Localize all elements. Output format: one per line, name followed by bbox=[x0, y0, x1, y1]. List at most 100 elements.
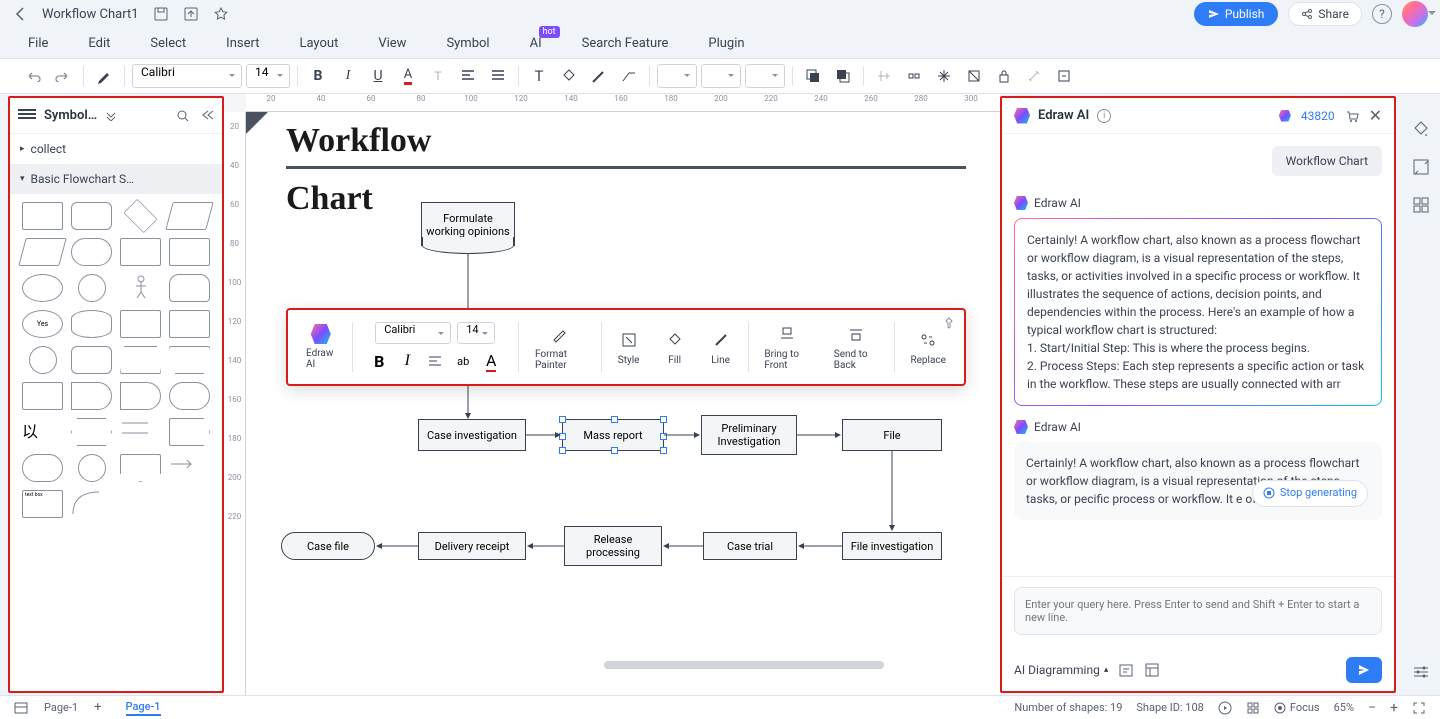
shape-parallelogram[interactable] bbox=[165, 202, 214, 230]
redo-icon[interactable] bbox=[50, 63, 76, 89]
play-icon[interactable] bbox=[1218, 701, 1232, 715]
avatar[interactable] bbox=[1402, 1, 1428, 27]
shape-circle3[interactable] bbox=[78, 454, 106, 482]
menu-view[interactable]: View bbox=[378, 36, 406, 51]
ft-strike-icon[interactable]: ab bbox=[452, 350, 474, 372]
box-preliminary[interactable]: Preliminary Investigation bbox=[701, 415, 797, 455]
shape-trap[interactable] bbox=[18, 238, 67, 266]
publish-button[interactable]: Publish bbox=[1194, 2, 1279, 26]
align-icon[interactable] bbox=[455, 63, 481, 89]
shape-pill3[interactable] bbox=[22, 454, 63, 482]
menu-insert[interactable]: Insert bbox=[226, 36, 259, 51]
replace-icon[interactable] bbox=[917, 329, 939, 351]
line-tool-icon[interactable] bbox=[710, 329, 732, 351]
stop-generating-button[interactable]: Stop generating bbox=[1252, 480, 1368, 507]
shape-panel-icon[interactable] bbox=[1412, 158, 1432, 178]
shape-display[interactable] bbox=[120, 382, 161, 410]
ft-font-size[interactable]: 14 bbox=[457, 322, 495, 344]
shape-person[interactable] bbox=[120, 274, 161, 302]
shape-yes[interactable]: Yes bbox=[22, 310, 63, 338]
ft-send-back[interactable]: Send to Back bbox=[834, 349, 878, 371]
font-color-icon[interactable]: A bbox=[395, 63, 421, 89]
cart-icon[interactable] bbox=[1345, 109, 1359, 123]
menu-edit[interactable]: Edit bbox=[88, 36, 110, 51]
box-case-investigation[interactable]: Case investigation bbox=[418, 419, 526, 451]
search-icon[interactable] bbox=[176, 109, 190, 123]
ft-format-painter[interactable]: Format Painter bbox=[535, 349, 585, 371]
shape-ellipse[interactable] bbox=[22, 274, 63, 302]
text-tool-icon[interactable]: T bbox=[526, 63, 552, 89]
page-selector[interactable]: Page-1 bbox=[44, 701, 78, 714]
bring-front-icon[interactable] bbox=[776, 323, 798, 345]
shape-cylinder[interactable] bbox=[71, 310, 112, 338]
tools-icon[interactable] bbox=[1021, 63, 1047, 89]
shape-circle[interactable] bbox=[78, 274, 106, 302]
zoom-out-icon[interactable]: − bbox=[1368, 700, 1376, 716]
ft-edraw-ai[interactable]: Edraw AI bbox=[306, 348, 336, 370]
box-case-trial[interactable]: Case trial bbox=[703, 532, 797, 560]
shape-arc[interactable] bbox=[71, 490, 112, 518]
menu-plugin[interactable]: Plugin bbox=[708, 36, 744, 51]
export-icon[interactable] bbox=[183, 6, 199, 22]
collapse-icon[interactable] bbox=[200, 109, 214, 121]
case-icon[interactable]: T bbox=[425, 63, 451, 89]
shape-rect[interactable] bbox=[22, 202, 63, 230]
shape-tag[interactable] bbox=[169, 418, 210, 446]
shape-data[interactable] bbox=[120, 238, 161, 266]
pin-icon[interactable] bbox=[942, 316, 956, 330]
ft-line[interactable]: Line bbox=[711, 355, 730, 366]
shape-card2[interactable] bbox=[169, 310, 210, 338]
line-color-icon[interactable] bbox=[586, 63, 612, 89]
box-delivery[interactable]: Delivery receipt bbox=[418, 532, 526, 560]
menu-file[interactable]: File bbox=[28, 36, 48, 51]
fullscreen-icon[interactable] bbox=[1412, 701, 1426, 715]
italic-icon[interactable]: I bbox=[335, 63, 361, 89]
box-case-file[interactable]: Case file bbox=[281, 532, 375, 560]
layer-back-icon[interactable] bbox=[830, 63, 856, 89]
add-page-button[interactable]: + bbox=[94, 700, 101, 715]
zoom-level[interactable]: 65% bbox=[1334, 701, 1354, 714]
font-size-select[interactable]: 14 bbox=[246, 64, 290, 88]
shape-rounded[interactable] bbox=[71, 202, 112, 230]
ft-style[interactable]: Style bbox=[618, 355, 640, 366]
shape-arrow[interactable] bbox=[169, 454, 210, 482]
shape-pentagon[interactable] bbox=[120, 454, 161, 482]
line-weight-select[interactable] bbox=[701, 64, 741, 88]
share-button[interactable]: Share bbox=[1288, 2, 1362, 26]
line-style-select[interactable] bbox=[657, 64, 697, 88]
ft-italic-icon[interactable]: I bbox=[396, 350, 418, 372]
focus-toggle[interactable]: Focus bbox=[1274, 701, 1320, 714]
info-icon[interactable]: i bbox=[1097, 109, 1111, 123]
send-back-icon[interactable] bbox=[845, 323, 867, 345]
ft-fill[interactable]: Fill bbox=[668, 355, 681, 366]
shape-pill[interactable] bbox=[71, 238, 112, 266]
box-file[interactable]: File bbox=[842, 419, 942, 451]
back-icon[interactable] bbox=[12, 6, 28, 22]
page-tab[interactable]: Page-1 bbox=[126, 700, 161, 716]
effects-icon[interactable] bbox=[931, 63, 957, 89]
template-icon[interactable] bbox=[1144, 662, 1160, 678]
underline-icon[interactable]: U bbox=[365, 63, 391, 89]
menu-search-feature[interactable]: Search Feature bbox=[582, 36, 669, 51]
fill-icon[interactable] bbox=[556, 63, 582, 89]
menu-layout[interactable]: Layout bbox=[299, 36, 338, 51]
chevron-down-icon[interactable] bbox=[105, 111, 117, 121]
category-basic-flowchart[interactable]: ▾Basic Flowchart S… bbox=[10, 164, 222, 194]
menu-select[interactable]: Select bbox=[150, 36, 186, 51]
shape-trap3[interactable] bbox=[169, 346, 210, 374]
history-icon[interactable] bbox=[1118, 662, 1134, 678]
category-collect[interactable]: ▸collect bbox=[10, 134, 222, 164]
grid-icon[interactable] bbox=[1412, 196, 1432, 216]
shape-note[interactable]: text box bbox=[22, 490, 63, 518]
ai-mode-select[interactable]: AI Diagramming ▴ bbox=[1014, 663, 1108, 677]
painter-icon[interactable] bbox=[91, 63, 117, 89]
settings-icon[interactable] bbox=[1412, 663, 1432, 683]
ft-color-icon[interactable]: A bbox=[480, 350, 502, 372]
scrollbar-horizontal[interactable] bbox=[604, 661, 884, 669]
save-icon[interactable] bbox=[153, 6, 169, 22]
menu-ai[interactable]: AIhot bbox=[530, 36, 542, 51]
box-release[interactable]: Release processing bbox=[564, 526, 662, 566]
shape-rounded2[interactable] bbox=[71, 346, 112, 374]
shape-pill2[interactable] bbox=[169, 382, 210, 410]
shape-user[interactable] bbox=[169, 274, 210, 302]
